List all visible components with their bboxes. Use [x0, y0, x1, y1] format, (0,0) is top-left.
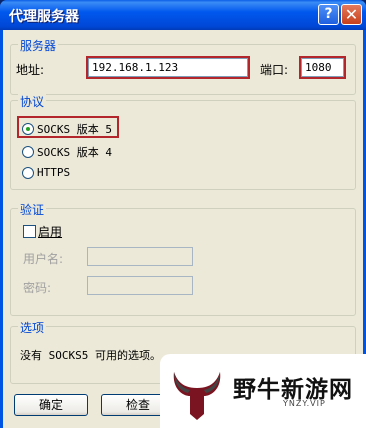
password-field[interactable]: [87, 276, 193, 295]
server-legend: 服务器: [18, 37, 59, 54]
title-bar[interactable]: 代理服务器 ? ✕: [0, 0, 366, 30]
bison-logo-icon: [173, 372, 221, 420]
port-label: 端口:: [260, 63, 289, 77]
auth-group: 验证 启用 用户名: 密码:: [10, 201, 356, 316]
options-legend: 选项: [18, 319, 47, 336]
site-watermark: 野牛新游网 YNZY.VIP: [160, 354, 366, 428]
address-highlight: [86, 56, 250, 79]
radio-unselected-icon: [22, 146, 34, 158]
protocol-group: 协议 SOCKS 版本 5 SOCKS 版本 4 HTTPS: [10, 93, 356, 190]
username-field[interactable]: [87, 247, 193, 266]
enable-auth-label: 启用: [38, 225, 63, 239]
radio-socks4[interactable]: SOCKS 版本 4: [22, 144, 112, 160]
radio-https[interactable]: HTTPS: [22, 166, 70, 179]
enable-auth-checkbox[interactable]: 启用: [23, 223, 62, 240]
username-label: 用户名:: [23, 252, 64, 266]
auth-legend: 验证: [18, 201, 47, 218]
radio-unselected-icon: [22, 166, 34, 179]
address-label: 地址:: [16, 63, 45, 77]
server-group: 服务器 地址: 192.168.1.123 端口: 1080: [10, 37, 356, 95]
proxy-server-dialog: 代理服务器 ? ✕ 服务器 地址: 192.168.1.123 端口: 1080…: [0, 0, 366, 428]
ok-button[interactable]: 确定: [14, 394, 88, 416]
help-icon: ?: [324, 6, 333, 22]
watermark-subtitle: YNZY.VIP: [283, 399, 326, 408]
port-highlight: [299, 56, 346, 79]
socks5-highlight: [17, 116, 119, 138]
close-button[interactable]: ✕: [341, 4, 362, 25]
radio-https-label: HTTPS: [37, 166, 71, 179]
protocol-legend: 协议: [18, 93, 47, 110]
options-text: 没有 SOCKS5 可用的选项。: [20, 349, 161, 362]
password-label: 密码:: [23, 281, 52, 295]
window-title: 代理服务器: [9, 9, 79, 25]
checkbox-icon: [23, 225, 36, 238]
radio-socks4-label: SOCKS 版本 4: [37, 146, 112, 159]
close-icon: ✕: [344, 5, 359, 24]
help-button[interactable]: ?: [318, 4, 339, 25]
